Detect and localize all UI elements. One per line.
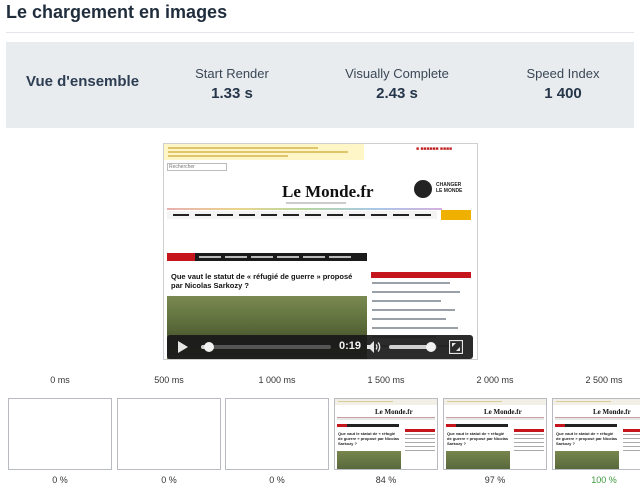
- frame-headline: Que vaut le statut de « réfugié de guerr…: [338, 431, 400, 446]
- frame-nav: [555, 417, 640, 420]
- frame-completeness: 100 %: [591, 475, 617, 485]
- video-frame-search-field: Rechercher: [167, 163, 227, 171]
- frame-time-label: 500 ms: [154, 375, 184, 385]
- video-frame-sidebar-header: [371, 272, 471, 278]
- frame-photo: [337, 451, 401, 469]
- frame-ad-banner: [553, 399, 640, 405]
- fullscreen-icon[interactable]: [449, 340, 463, 354]
- frame-sidebar: [623, 429, 640, 454]
- filmstrip-frame[interactable]: [8, 398, 112, 470]
- video-frame-live-bar: [167, 253, 367, 261]
- video-frame-headline: Que vaut le statut de « réfugié de guerr…: [171, 272, 353, 290]
- play-icon[interactable]: [178, 341, 188, 353]
- volume-slider[interactable]: [389, 342, 437, 352]
- frame-ad-banner: [444, 399, 546, 405]
- frame-ad-banner: [335, 399, 437, 405]
- frame-logo: Le Monde.fr: [593, 408, 631, 416]
- filmstrip-frame[interactable]: [225, 398, 329, 470]
- overview-label: Vue d'ensemble: [26, 73, 140, 90]
- filmstrip-frame[interactable]: [117, 398, 221, 470]
- video-frame-subscribe-link: ■ ■■■■■■ ■■■■: [416, 146, 452, 152]
- metric-value: 1.33 s: [211, 85, 253, 102]
- frame-logo: Le Monde.fr: [484, 408, 522, 416]
- filmstrip-frame[interactable]: Le Monde.fr Que vaut le statut de « réfug…: [443, 398, 547, 470]
- frame-headline: Que vaut le statut de « réfugié de guerr…: [447, 431, 509, 446]
- metric-label: Start Render: [195, 66, 269, 81]
- frame-completeness: 0 %: [52, 475, 68, 485]
- metric-label: Visually Complete: [345, 66, 449, 81]
- frame-sidebar: [514, 429, 544, 454]
- volume-icon[interactable]: [366, 340, 382, 354]
- title-divider: [6, 32, 634, 33]
- frame-time-label: 2 000 ms: [476, 375, 514, 385]
- video-frame-logo: Le Monde.fr: [282, 182, 374, 201]
- frame-completeness: 0 %: [161, 475, 177, 485]
- metric-speed-index: Speed Index 1 400: [513, 66, 613, 102]
- frame-nav: [337, 417, 435, 420]
- frame-photo: [555, 451, 619, 469]
- video-time: 0:19: [339, 340, 362, 352]
- metric-start-render: Start Render 1.33 s: [182, 66, 282, 102]
- frame-time-label: 2 500 ms: [585, 375, 623, 385]
- frame-live-bar: [446, 424, 508, 427]
- loading-video[interactable]: ■ ■■■■■■ ■■■■ Rechercher Le Monde.fr CHA…: [163, 143, 478, 360]
- frame-sidebar: [405, 429, 435, 454]
- metric-value: 2.43 s: [376, 85, 418, 102]
- filmstrip-frame[interactable]: Le Monde.fr Que vaut le statut de « réfug…: [552, 398, 640, 470]
- metric-value: 1 400: [544, 85, 582, 102]
- frame-photo: [446, 451, 510, 469]
- frame-headline: Que vaut le statut de « réfugié de guerr…: [556, 431, 618, 446]
- video-frame-nav-button: [441, 210, 471, 220]
- metric-label: Speed Index: [526, 66, 600, 81]
- frame-time-label: 1 500 ms: [367, 375, 405, 385]
- video-frame-badge-icon: [414, 180, 432, 198]
- frame-time-label: 1 000 ms: [258, 375, 296, 385]
- video-frame-nav: [167, 211, 437, 219]
- frame-time-label: 0 ms: [50, 375, 70, 385]
- frame-completeness: 0 %: [269, 475, 285, 485]
- page-title: Le chargement en images: [6, 2, 228, 22]
- frame-nav: [446, 417, 544, 420]
- frame-completeness: 84 %: [375, 475, 397, 485]
- metric-visually-complete: Visually Complete 2.43 s: [337, 66, 457, 102]
- video-frame-ad-banner: [164, 144, 364, 160]
- frame-logo: Le Monde.fr: [375, 408, 413, 416]
- frame-completeness: 97 %: [484, 475, 506, 485]
- summary-panel: Vue d'ensemble Start Render 1.33 s Visua…: [6, 42, 634, 128]
- frame-live-bar: [337, 424, 399, 427]
- video-frame-logo-tagline: [286, 202, 346, 204]
- video-controls: 0:19: [167, 335, 473, 359]
- video-frame-badge-text: CHANGER LE MONDE: [436, 182, 463, 194]
- volume-handle[interactable]: [426, 342, 437, 352]
- frame-live-bar: [555, 424, 617, 427]
- video-frame-color-bar: [167, 208, 442, 210]
- seek-handle[interactable]: [204, 342, 215, 352]
- filmstrip-frame[interactable]: Le Monde.fr Que vaut le statut de « réfug…: [334, 398, 438, 470]
- seek-bar[interactable]: [201, 342, 331, 352]
